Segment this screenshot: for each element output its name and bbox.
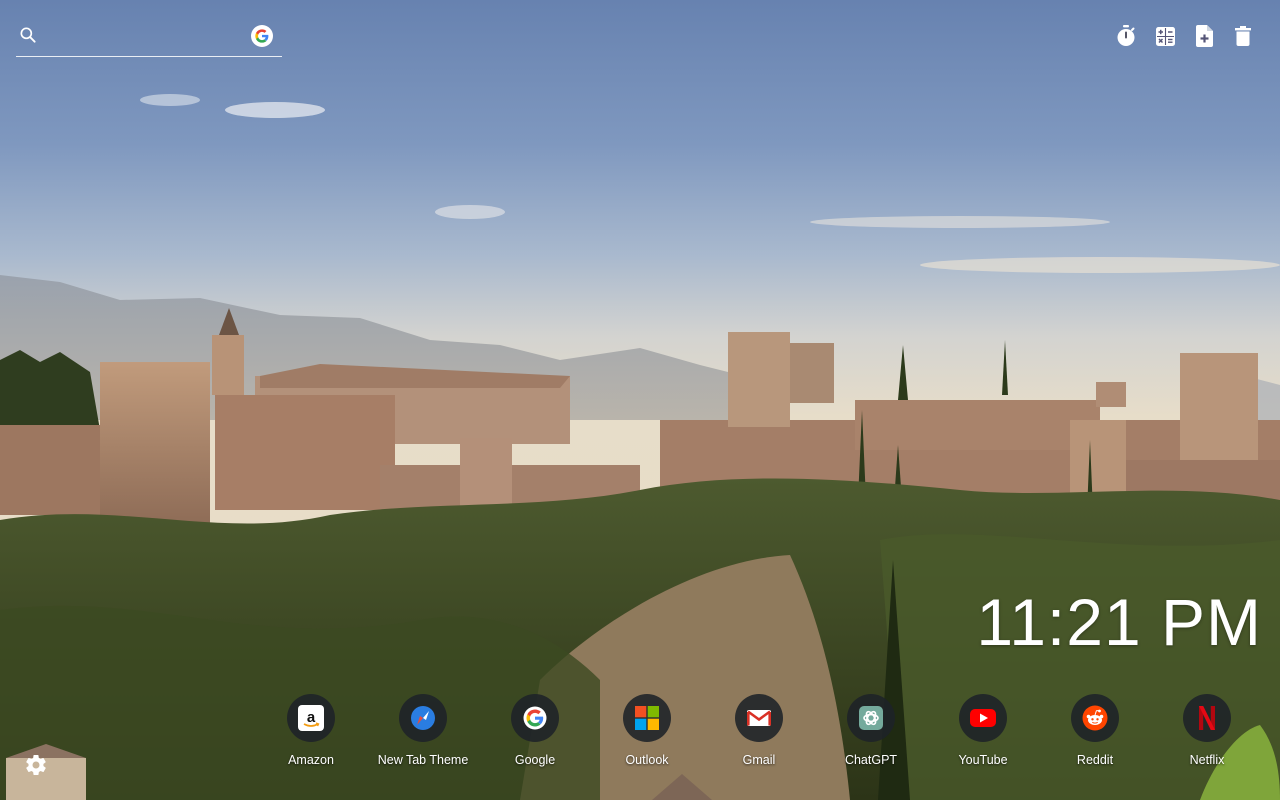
clock-time: 11:21 PM: [976, 585, 1262, 659]
compass-icon: [399, 694, 447, 742]
gmail-icon: [735, 694, 783, 742]
shortcut-label: YouTube: [958, 753, 1008, 767]
shortcut-label: Netflix: [1189, 753, 1225, 767]
toolbar: [1115, 24, 1254, 48]
shortcut-gmail[interactable]: Gmail: [703, 694, 815, 767]
trash-icon[interactable]: [1232, 24, 1254, 48]
shortcut-dock: a Amazon New Tab Theme Google Outlook Gm…: [255, 694, 1265, 774]
shortcut-youtube[interactable]: YouTube: [927, 694, 1039, 767]
google-icon: [511, 694, 559, 742]
google-icon[interactable]: [251, 25, 273, 47]
shortcut-google[interactable]: Google: [479, 694, 591, 767]
shortcut-label: Google: [514, 753, 556, 767]
shortcut-label: Amazon: [288, 753, 334, 767]
shortcut-outlook[interactable]: Outlook: [591, 694, 703, 767]
note-add-icon[interactable]: [1193, 24, 1215, 48]
shortcut-amazon[interactable]: a Amazon: [255, 694, 367, 767]
stopwatch-icon[interactable]: [1115, 24, 1137, 48]
shortcut-label: Reddit: [1076, 753, 1114, 767]
shortcut-netflix[interactable]: Netflix: [1151, 694, 1263, 767]
search-icon[interactable]: [18, 25, 38, 45]
shortcut-label: Gmail: [742, 753, 776, 767]
shortcut-new-tab-theme[interactable]: New Tab Theme: [367, 694, 479, 767]
background-image: [0, 0, 1280, 800]
search-input[interactable]: [50, 24, 244, 50]
shortcut-label: ChatGPT: [844, 753, 898, 767]
shortcut-reddit[interactable]: Reddit: [1039, 694, 1151, 767]
chatgpt-icon: [847, 694, 895, 742]
shortcut-label: New Tab Theme: [377, 753, 469, 767]
microsoft-icon: [623, 694, 671, 742]
amazon-icon: a: [287, 694, 335, 742]
reddit-icon: [1071, 694, 1119, 742]
search-bar: [16, 22, 282, 57]
calculator-icon[interactable]: [1154, 24, 1176, 48]
svg-text:a: a: [307, 709, 316, 726]
gear-icon[interactable]: [24, 753, 48, 777]
shortcut-chatgpt[interactable]: ChatGPT: [815, 694, 927, 767]
netflix-icon: [1183, 694, 1231, 742]
shortcut-label: Outlook: [625, 753, 669, 767]
youtube-icon: [959, 694, 1007, 742]
